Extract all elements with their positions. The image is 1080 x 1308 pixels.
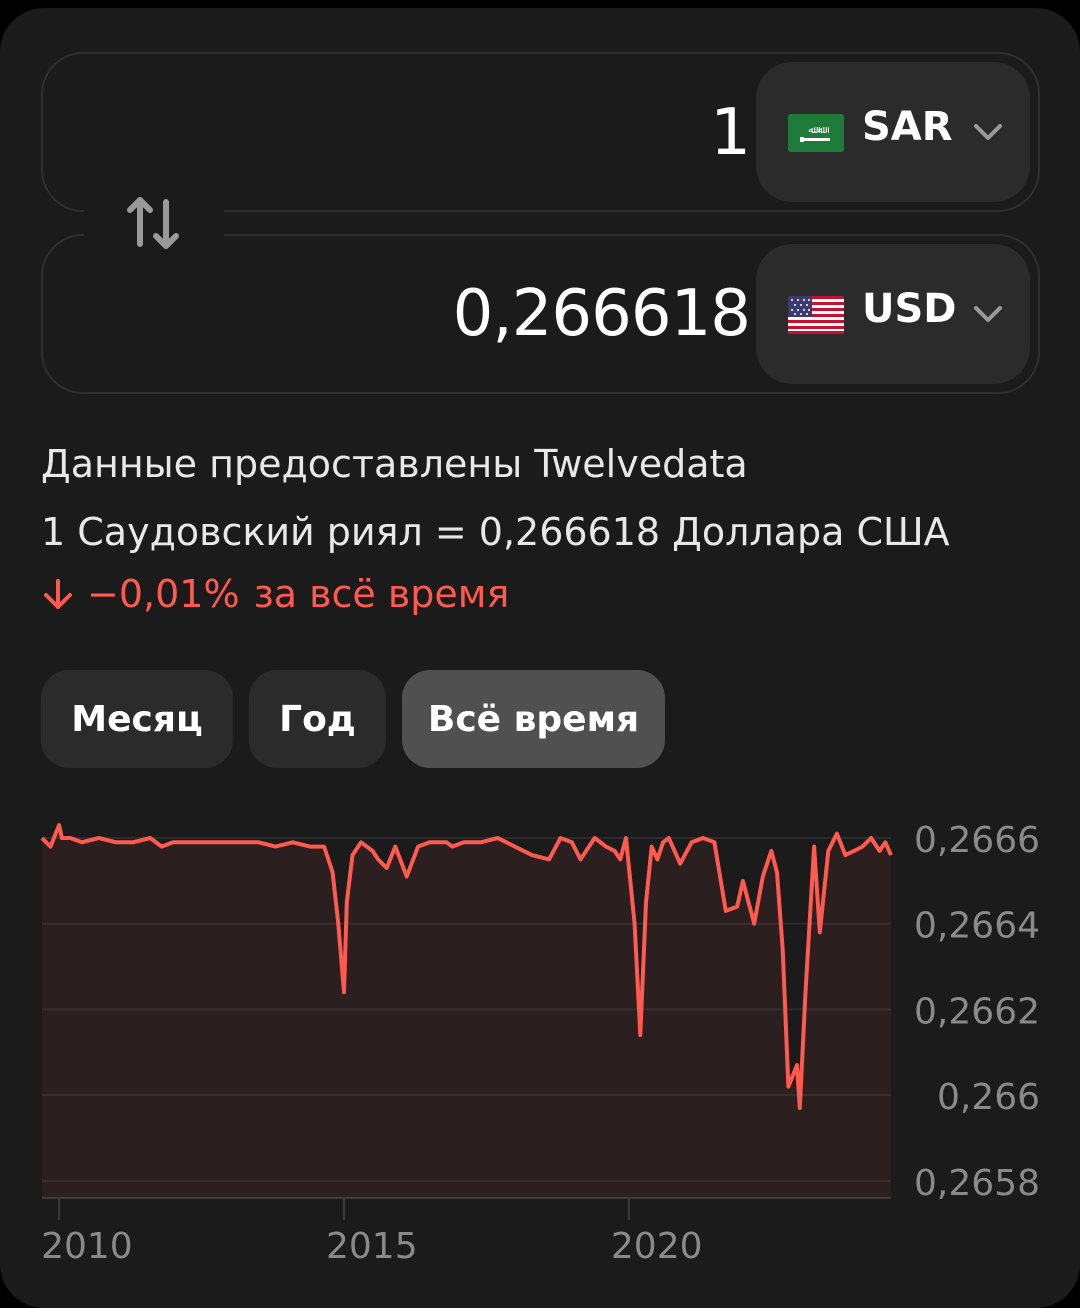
y-tick-label: 0,2662 (914, 991, 1040, 1032)
currency-from-selector[interactable]: ﷲ ﷲ SAR (756, 62, 1030, 202)
x-tick-label: 2010 (41, 1226, 133, 1267)
x-tick-label: 2015 (326, 1226, 418, 1267)
amount-to-value[interactable]: 0,266618 (453, 277, 751, 351)
currency-to-selector[interactable]: USD (756, 244, 1030, 384)
saudi-arabia-flag-icon: ﷲ ﷲ (788, 114, 844, 152)
rate-history-chart[interactable]: 0,2666 0,2664 0,2662 0,266 0,2658 2010 2015 202… (0, 800, 1080, 1280)
usa-flag-icon (788, 296, 844, 334)
rate-change: −0,01% за всё время (41, 572, 509, 616)
y-tick-label: 0,2666 (914, 820, 1040, 861)
y-tick-label: 0,2658 (914, 1163, 1040, 1204)
tab-year[interactable]: Год (249, 670, 386, 768)
x-tick-label: 2020 (611, 1226, 703, 1267)
y-tick-label: 0,266 (937, 1077, 1040, 1118)
y-tick-label: 0,2664 (914, 906, 1040, 947)
chevron-down-icon (974, 124, 1002, 140)
change-percent: −0,01% (87, 572, 240, 616)
tab-month[interactable]: Месяц (41, 670, 233, 768)
swap-arrows-icon[interactable] (124, 190, 182, 256)
change-period: за всё время (253, 572, 510, 616)
exchange-rate-text: 1 Саудовский риял = 0,266618 Доллара США (41, 510, 950, 554)
tab-all-time[interactable]: Всё время (402, 670, 665, 768)
currency-from-code: SAR (862, 104, 953, 150)
chevron-down-icon (974, 306, 1002, 322)
data-provider-text: Данные предоставлены Twelvedata (41, 442, 748, 486)
currency-to-code: USD (862, 286, 957, 332)
amount-from-value[interactable]: 1 (710, 96, 751, 170)
arrow-down-icon (44, 579, 72, 609)
